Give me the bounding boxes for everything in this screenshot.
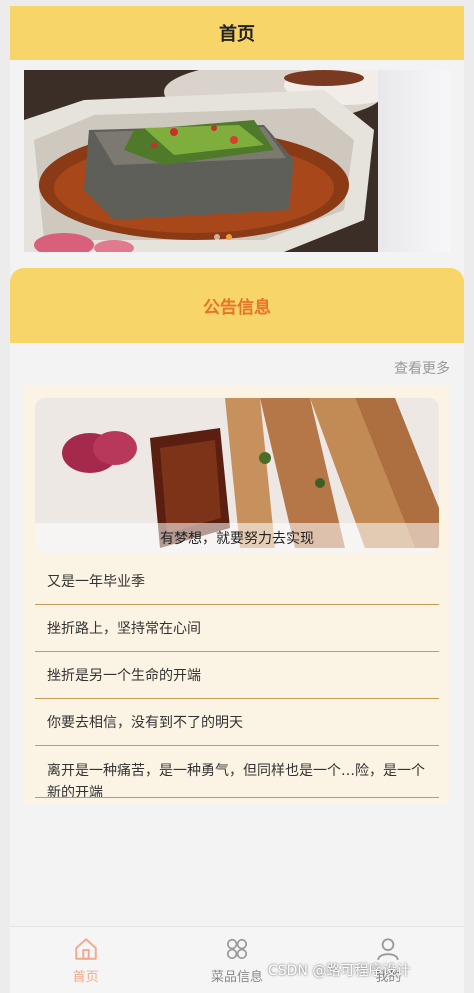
carousel-dot[interactable] (214, 234, 220, 240)
phone-screen: 首页 公告信息 查看更多 有梦想，就要努力去实现 又是一年毕业季 挫折路上，坚持… (10, 6, 464, 993)
news-title: 你要去相信，没有到不了的明天 (47, 715, 243, 731)
news-list-item[interactable]: 挫折是另一个生命的开端 (35, 652, 439, 699)
news-title: 又是一年毕业季 (47, 574, 145, 590)
news-list-item[interactable]: 又是一年毕业季 (35, 558, 439, 605)
banner-carousel[interactable] (24, 70, 450, 252)
banner-image-steamed-fish (24, 70, 378, 252)
news-list-item[interactable]: 离开是一种痛苦，是一种勇气，但同样也是一个…险，是一个新的开端 (35, 746, 439, 798)
view-more-link[interactable]: 查看更多 (394, 358, 450, 378)
news-list-item[interactable]: 挫折路上，坚持常在心间 (35, 605, 439, 652)
home-icon (74, 938, 97, 960)
carousel-dots (214, 234, 232, 240)
grid-icon (226, 938, 248, 960)
news-list: 又是一年毕业季 挫折路上，坚持常在心间 挫折是另一个生命的开端 你要去相信，没有… (35, 558, 439, 798)
user-icon (377, 938, 399, 961)
news-featured-item[interactable]: 有梦想，就要努力去实现 (35, 398, 439, 553)
carousel-dot-active[interactable] (226, 234, 232, 240)
news-list-item[interactable]: 你要去相信，没有到不了的明天 (35, 699, 439, 746)
tab-home-label: 首页 (72, 970, 99, 985)
news-caption: 有梦想，就要努力去实现 (35, 523, 439, 553)
page-title: 首页 (10, 6, 464, 60)
news-title: 离开是一种痛苦，是一种勇气，但同样也是一个…险，是一个新的开端 (47, 763, 425, 798)
tab-home[interactable]: 首页 (10, 927, 161, 993)
watermark: CSDN @路可程序设计 (268, 963, 411, 979)
tab-dishes-label: 菜品信息 (210, 970, 263, 985)
news-title: 挫折是另一个生命的开端 (47, 668, 201, 684)
news-title: 挫折路上，坚持常在心间 (47, 621, 201, 637)
notice-section-title: 公告信息 (10, 268, 464, 343)
banner-next-slide (378, 70, 450, 252)
news-card: 有梦想，就要努力去实现 又是一年毕业季 挫折路上，坚持常在心间 挫折是另一个生命… (24, 386, 450, 804)
